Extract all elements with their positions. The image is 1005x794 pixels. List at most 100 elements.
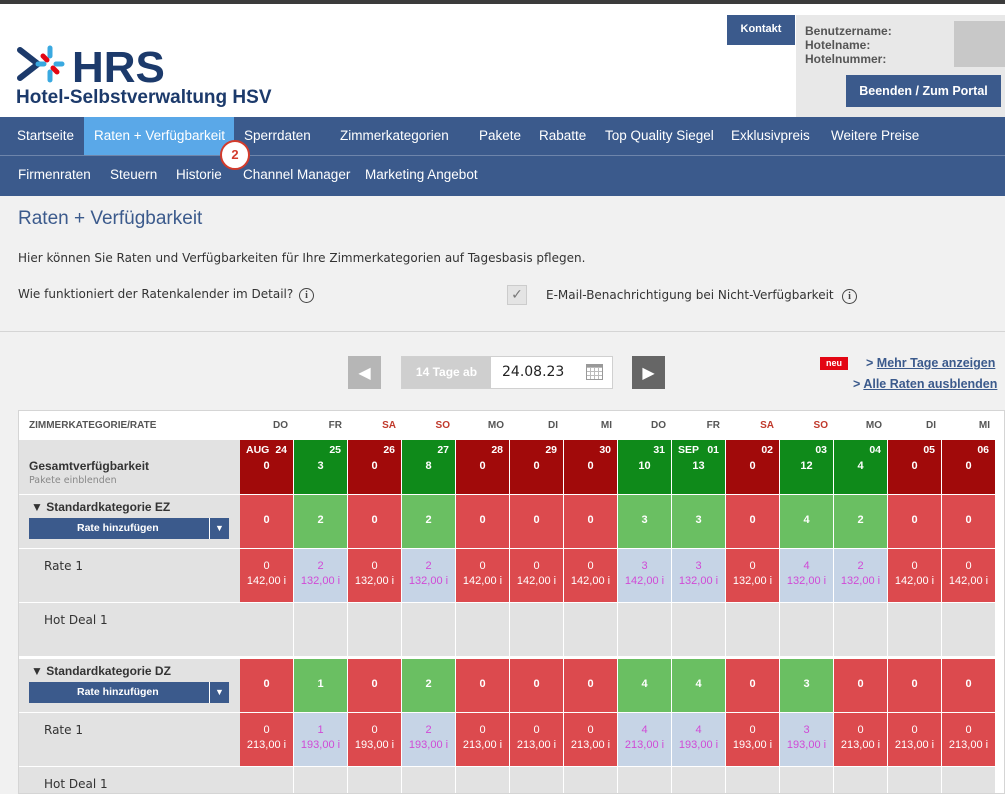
rate-cell[interactable]: 2 132,00 i bbox=[402, 549, 456, 603]
rate-cell[interactable]: 2 193,00 i bbox=[402, 713, 456, 767]
rate-cell[interactable] bbox=[888, 767, 942, 793]
rate-cell[interactable]: 0 132,00 i bbox=[726, 549, 780, 603]
category-availability-cell[interactable]: 4 bbox=[780, 495, 834, 549]
rate-cell[interactable] bbox=[456, 603, 510, 657]
rate-cell[interactable]: 0 193,00 i bbox=[348, 713, 402, 767]
hide-rates-label[interactable]: Alle Raten ausblenden bbox=[863, 377, 997, 391]
rate-cell[interactable]: 1 193,00 i bbox=[294, 713, 348, 767]
start-date-input[interactable]: 24.08.23 bbox=[502, 357, 564, 388]
category-availability-cell[interactable]: 3 bbox=[780, 659, 834, 713]
rate-cell[interactable] bbox=[780, 603, 834, 657]
category-name[interactable]: ▼ Standardkategorie DZ bbox=[31, 664, 171, 678]
nav-item-marketing-angebot[interactable]: Marketing Angebot bbox=[365, 156, 478, 194]
rate-cell[interactable] bbox=[726, 767, 780, 793]
rate-label[interactable]: Hot Deal 1 bbox=[44, 777, 108, 791]
category-availability-cell[interactable]: 0 bbox=[456, 495, 510, 549]
rate-cell[interactable] bbox=[564, 767, 618, 793]
prev-period-button[interactable]: ◀ bbox=[348, 356, 381, 389]
category-availability-cell[interactable]: 2 bbox=[834, 495, 888, 549]
date-range-picker[interactable]: 14 Tage ab 24.08.23 bbox=[401, 356, 613, 389]
chevron-down-icon[interactable]: ▼ bbox=[209, 518, 229, 539]
rate-label[interactable]: Rate 1 bbox=[44, 559, 83, 573]
rate-cell[interactable]: 0 213,00 i bbox=[564, 713, 618, 767]
category-availability-cell[interactable]: 0 bbox=[510, 495, 564, 549]
howto-link[interactable]: Wie funktioniert der Ratenkalender im De… bbox=[18, 287, 293, 301]
email-notify-checkbox[interactable]: ✓ bbox=[507, 285, 527, 305]
hrs-logo[interactable]: HRS bbox=[16, 42, 191, 88]
rate-cell[interactable]: 4 213,00 i bbox=[618, 713, 672, 767]
category-availability-cell[interactable]: 0 bbox=[510, 659, 564, 713]
rate-cell[interactable]: 3 132,00 i bbox=[672, 549, 726, 603]
info-icon[interactable]: i bbox=[842, 289, 857, 304]
category-availability-cell[interactable]: 0 bbox=[834, 659, 888, 713]
rate-cell[interactable] bbox=[510, 767, 564, 793]
date-total-cell[interactable]: 28 0 bbox=[456, 440, 510, 495]
rate-cell[interactable]: 0 213,00 i bbox=[888, 713, 942, 767]
rate-cell[interactable] bbox=[618, 603, 672, 657]
more-days-link[interactable]: > Mehr Tage anzeigen bbox=[866, 356, 995, 370]
rate-cell[interactable] bbox=[402, 767, 456, 793]
rate-label[interactable]: Rate 1 bbox=[44, 723, 83, 737]
rate-cell[interactable]: 3 142,00 i bbox=[618, 549, 672, 603]
category-availability-cell[interactable]: 0 bbox=[456, 659, 510, 713]
show-packages-link[interactable]: Pakete einblenden bbox=[29, 475, 117, 486]
calendar-icon[interactable] bbox=[586, 364, 603, 380]
rate-cell[interactable] bbox=[618, 767, 672, 793]
rate-cell[interactable]: 2 132,00 i bbox=[294, 549, 348, 603]
category-availability-cell[interactable]: 3 bbox=[618, 495, 672, 549]
info-icon[interactable]: i bbox=[299, 288, 314, 303]
rate-cell[interactable]: 4 132,00 i bbox=[780, 549, 834, 603]
nav-item-zimmerkategorien[interactable]: Zimmerkategorien bbox=[340, 117, 449, 155]
rate-cell[interactable]: 0 132,00 i bbox=[348, 549, 402, 603]
category-availability-cell[interactable]: 0 bbox=[942, 495, 996, 549]
nav-item-historie[interactable]: Historie bbox=[176, 156, 222, 194]
kontakt-button[interactable]: Kontakt bbox=[727, 15, 795, 45]
rate-cell[interactable] bbox=[834, 767, 888, 793]
rate-cell[interactable] bbox=[888, 603, 942, 657]
rate-cell[interactable]: 0 213,00 i bbox=[510, 713, 564, 767]
add-rate-button[interactable]: Rate hinzufügen ▼ bbox=[29, 518, 229, 539]
date-total-cell[interactable]: 30 0 bbox=[564, 440, 618, 495]
logout-button[interactable]: Beenden / Zum Portal bbox=[846, 75, 1001, 107]
rate-cell[interactable] bbox=[456, 767, 510, 793]
category-availability-cell[interactable]: 3 bbox=[672, 495, 726, 549]
more-days-label[interactable]: Mehr Tage anzeigen bbox=[877, 356, 996, 370]
date-total-cell[interactable]: 04 4 bbox=[834, 440, 888, 495]
nav-item-sperrdaten[interactable]: Sperrdaten bbox=[244, 117, 311, 155]
rate-cell[interactable]: 2 132,00 i bbox=[834, 549, 888, 603]
category-availability-cell[interactable]: 2 bbox=[402, 659, 456, 713]
rate-cell[interactable]: 0 142,00 i bbox=[564, 549, 618, 603]
category-availability-cell[interactable]: 0 bbox=[564, 495, 618, 549]
rate-cell[interactable] bbox=[240, 603, 294, 657]
nav-item-startseite[interactable]: Startseite bbox=[17, 117, 74, 155]
rate-cell[interactable] bbox=[942, 603, 996, 657]
rate-cell[interactable] bbox=[672, 767, 726, 793]
rate-cell[interactable]: 0 213,00 i bbox=[942, 713, 996, 767]
category-availability-cell[interactable]: 0 bbox=[942, 659, 996, 713]
category-availability-cell[interactable]: 0 bbox=[348, 659, 402, 713]
date-total-cell[interactable]: 26 0 bbox=[348, 440, 402, 495]
rate-cell[interactable]: 0 193,00 i bbox=[726, 713, 780, 767]
rate-cell[interactable] bbox=[726, 603, 780, 657]
rate-cell[interactable]: 4 193,00 i bbox=[672, 713, 726, 767]
rate-cell[interactable] bbox=[834, 603, 888, 657]
rate-cell[interactable]: 0 142,00 i bbox=[510, 549, 564, 603]
rate-cell[interactable]: 0 213,00 i bbox=[456, 713, 510, 767]
date-total-cell[interactable]: 29 0 bbox=[510, 440, 564, 495]
rate-cell[interactable]: 0 142,00 i bbox=[888, 549, 942, 603]
category-availability-cell[interactable]: 0 bbox=[888, 495, 942, 549]
date-total-cell[interactable]: 27 8 bbox=[402, 440, 456, 495]
rate-cell[interactable] bbox=[942, 767, 996, 793]
rate-label[interactable]: Hot Deal 1 bbox=[44, 613, 108, 627]
category-availability-cell[interactable]: 0 bbox=[726, 659, 780, 713]
date-total-cell[interactable]: 05 0 bbox=[888, 440, 942, 495]
rate-cell[interactable]: 0 142,00 i bbox=[456, 549, 510, 603]
nav-item-raten-verfuegbarkeit[interactable]: Raten + Verfügbarkeit bbox=[84, 117, 234, 155]
rate-cell[interactable]: 3 193,00 i bbox=[780, 713, 834, 767]
date-total-cell[interactable]: 31 10 bbox=[618, 440, 672, 495]
category-availability-cell[interactable]: 0 bbox=[240, 495, 294, 549]
rate-cell[interactable] bbox=[348, 767, 402, 793]
rate-cell[interactable] bbox=[348, 603, 402, 657]
rate-cell[interactable] bbox=[510, 603, 564, 657]
nav-item-pakete[interactable]: Pakete bbox=[479, 117, 521, 155]
